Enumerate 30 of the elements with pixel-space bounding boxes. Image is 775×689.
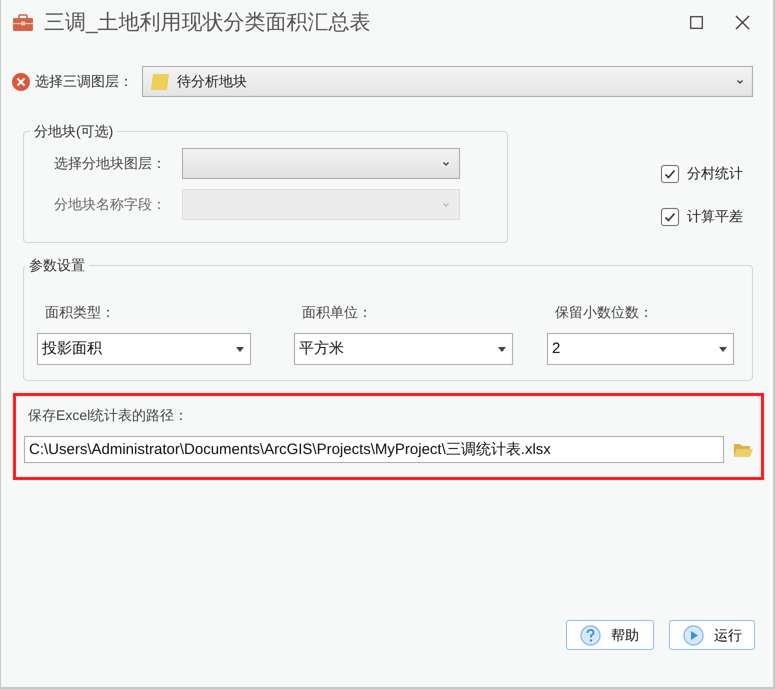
checkmark-icon	[664, 210, 676, 222]
run-button[interactable]: 运行	[669, 620, 755, 650]
dropdown[interactable]: 平方米	[294, 333, 513, 365]
checkbox[interactable]	[661, 164, 679, 182]
dropdown-arrow-icon	[498, 346, 506, 352]
help-icon	[580, 624, 601, 646]
checkbox-label: 分村统计	[687, 164, 743, 183]
field-label: 选择三调图层：	[35, 72, 134, 91]
field-label: 面积类型：	[45, 303, 116, 322]
field-label: 分地块名称字段：	[54, 195, 167, 214]
group-title: 分地块(可选)	[33, 122, 114, 141]
group-title: 参数设置	[28, 256, 86, 275]
path-field[interactable]: C:\Users\Administrator\Documents\ArcGIS\Projects\MyProject\三调统计表.xlsx	[24, 436, 724, 463]
dropdown-arrow-icon	[719, 346, 727, 352]
checkmark-icon	[664, 168, 676, 180]
field-label: 选择分地块图层：	[54, 154, 167, 173]
dropdown-arrow-icon	[236, 346, 244, 352]
toolbox-icon	[12, 14, 34, 32]
help-button[interactable]: 帮助	[566, 620, 654, 650]
checkbox-label: 计算平差	[687, 207, 743, 226]
field-label: 保留小数位数：	[555, 303, 654, 322]
play-icon	[683, 624, 704, 646]
layer-polygon-icon	[150, 72, 170, 90]
field-label: 面积单位：	[302, 303, 373, 322]
field-label: 保存Excel统计表的路径：	[28, 406, 190, 425]
checkbox[interactable]	[661, 208, 679, 226]
dropdown[interactable]: 投影面积	[37, 333, 251, 365]
layer-dropdown[interactable]: 待分析地块	[142, 66, 753, 97]
window-title: 三调_土地利用现状分类面积汇总表	[44, 10, 372, 36]
dropdown[interactable]: 2	[547, 333, 734, 365]
